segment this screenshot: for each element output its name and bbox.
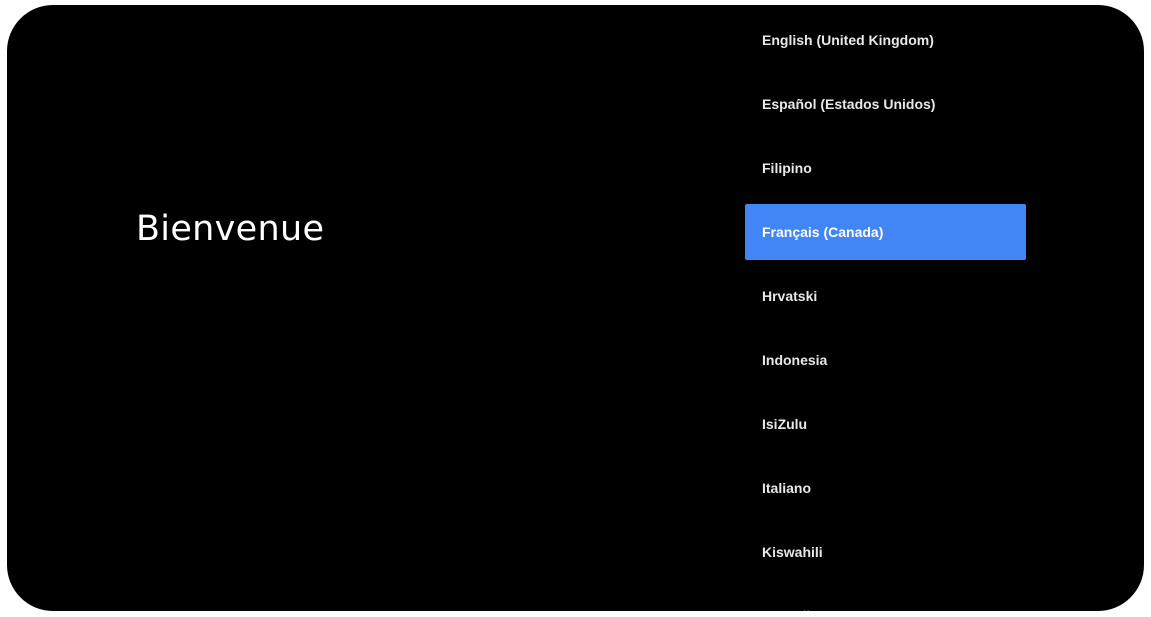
language-item-kiswahili[interactable]: Kiswahili (745, 524, 1026, 580)
tv-screen: Bienvenue English (United Kingdom) Españ… (7, 5, 1144, 611)
language-item-espanol-us[interactable]: Español (Estados Unidos) (745, 76, 1026, 132)
language-item-hrvatski[interactable]: Hrvatski (745, 268, 1026, 324)
language-item-italiano[interactable]: Italiano (745, 460, 1026, 516)
language-list[interactable]: English (United Kingdom) Español (Estado… (745, 5, 1026, 611)
language-item-isizulu[interactable]: IsiZulu (745, 396, 1026, 452)
page-title: Bienvenue (136, 209, 325, 249)
language-item-francais-canada[interactable]: Français (Canada) (745, 204, 1026, 260)
language-item-indonesia[interactable]: Indonesia (745, 332, 1026, 388)
language-item-latviesu[interactable]: Latviešu (745, 588, 1026, 611)
language-item-english-uk[interactable]: English (United Kingdom) (745, 12, 1026, 68)
language-item-filipino[interactable]: Filipino (745, 140, 1026, 196)
